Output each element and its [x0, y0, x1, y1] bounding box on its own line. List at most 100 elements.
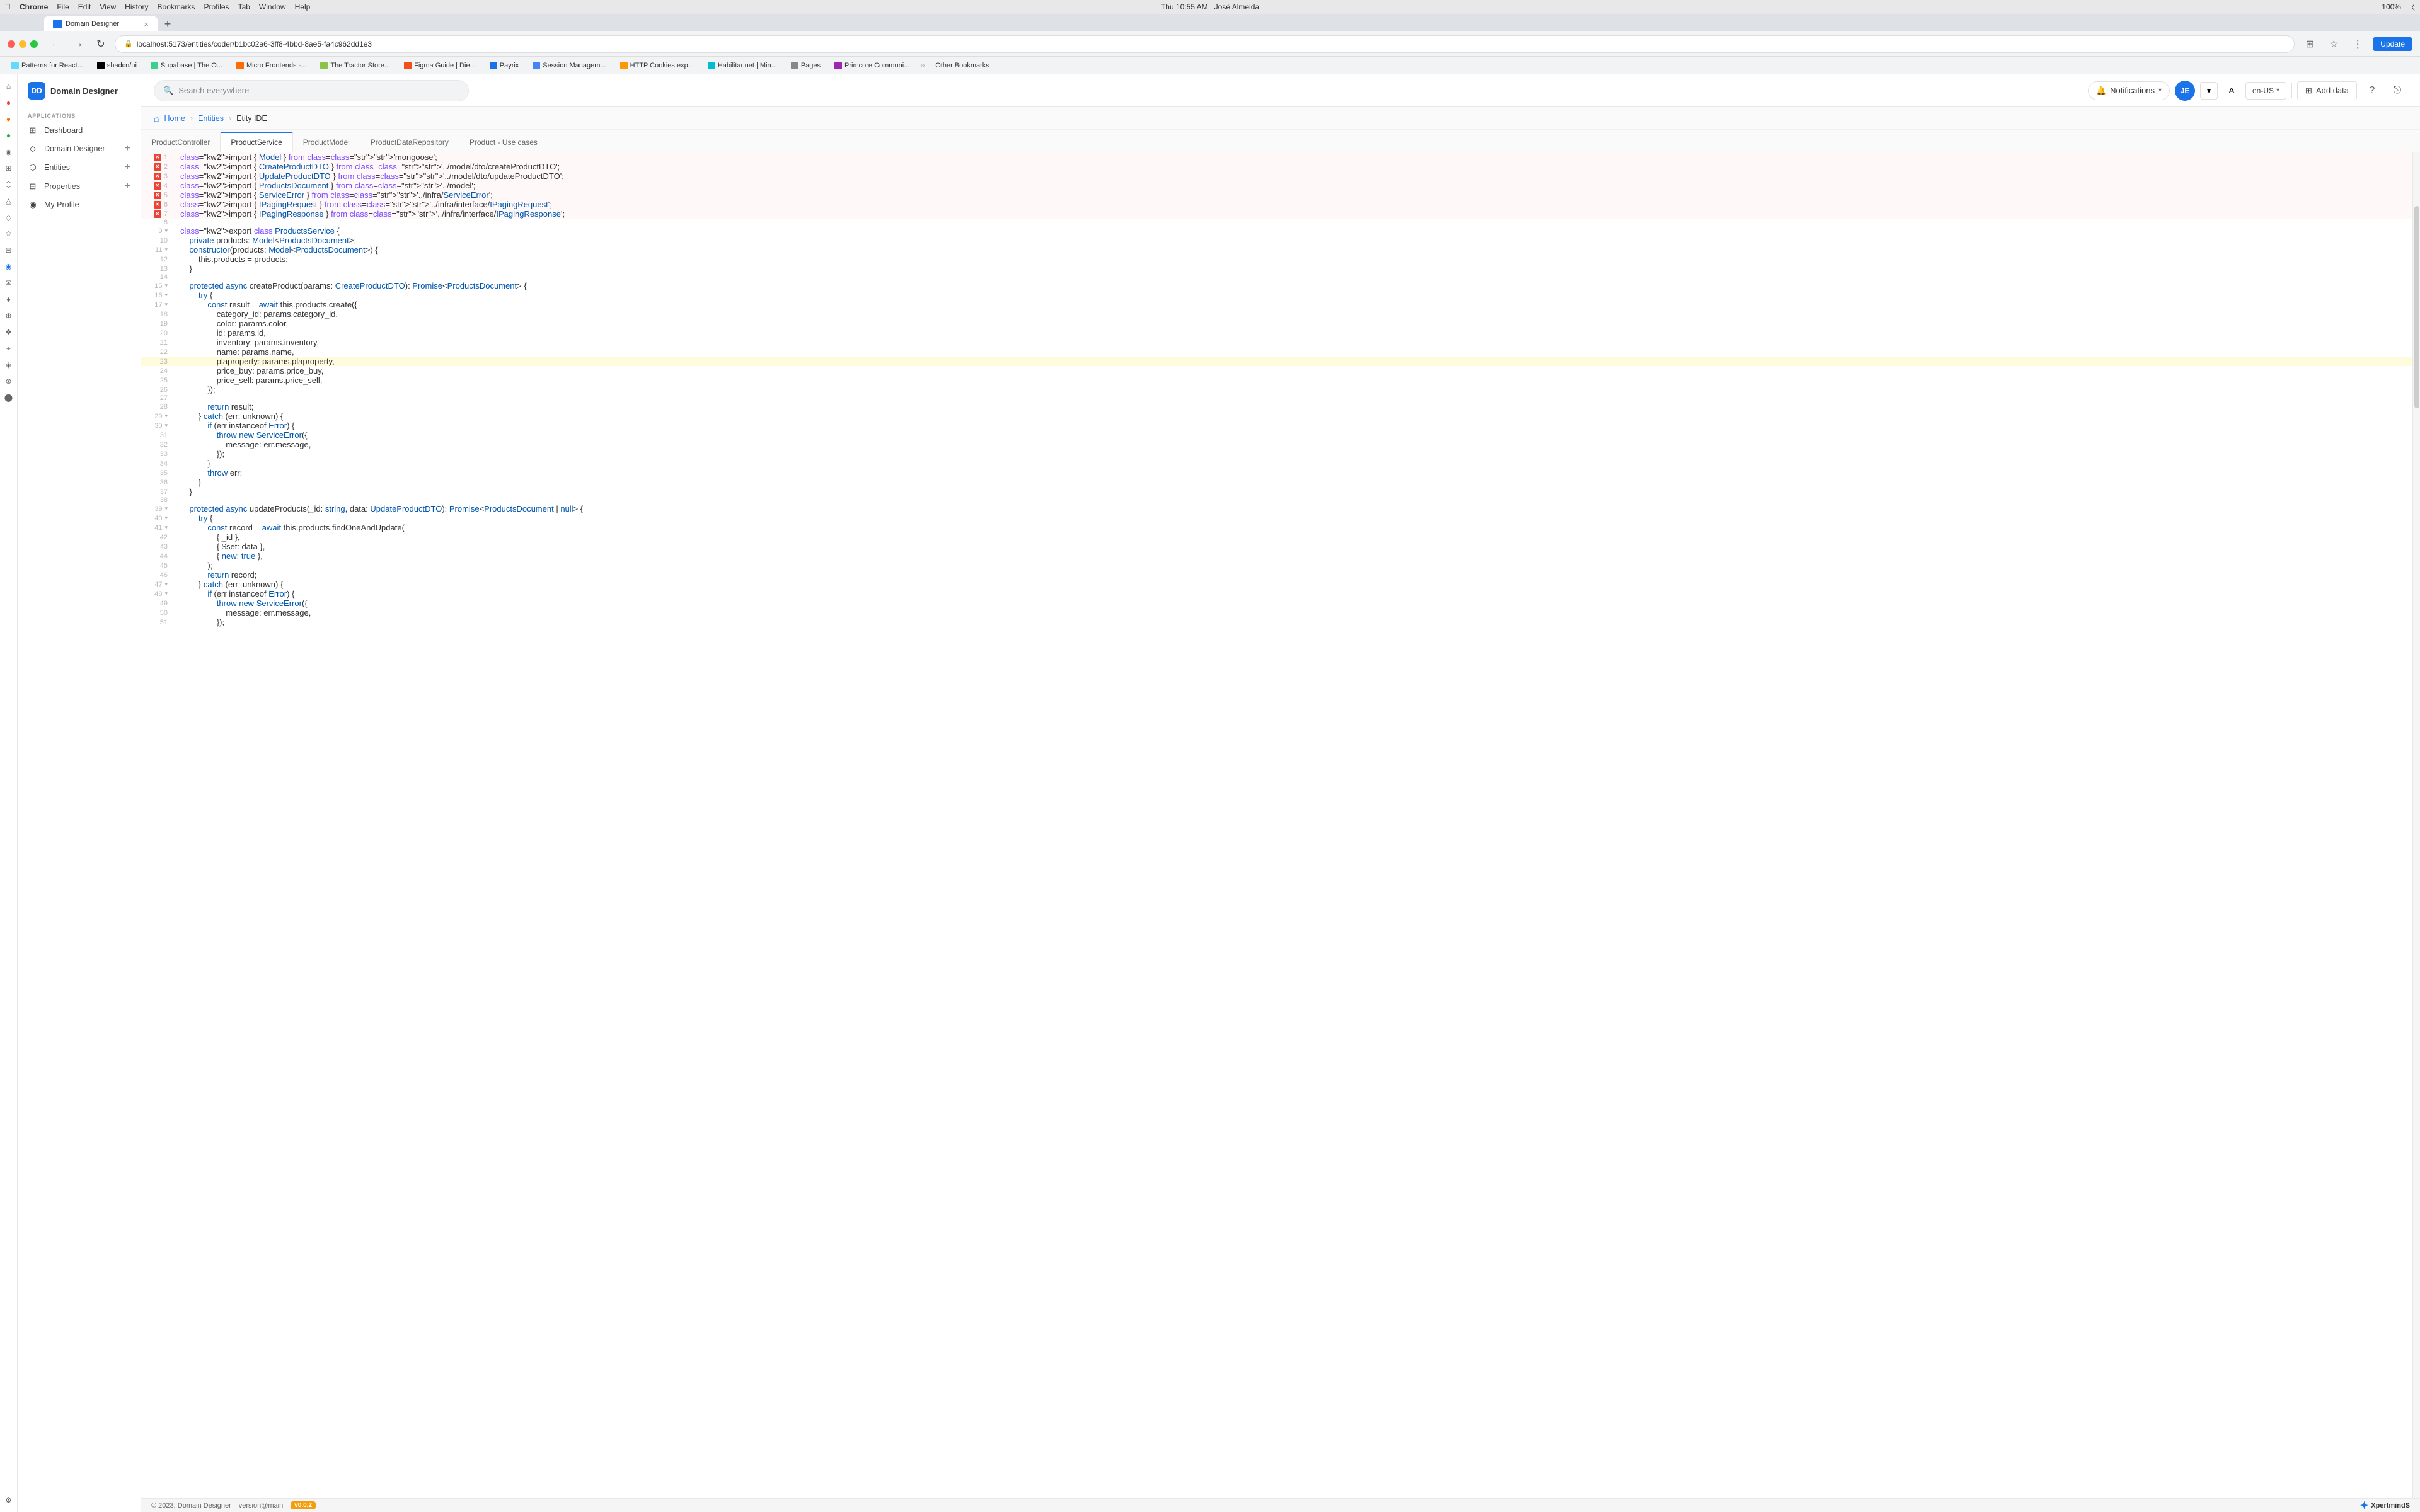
active-browser-tab[interactable]: Domain Designer × [44, 16, 158, 32]
fold-icon[interactable]: ▾ [164, 413, 168, 420]
browser-settings-icon[interactable]: ⋮ [2348, 34, 2368, 54]
bookmark-other[interactable]: Other Bookmarks [930, 60, 994, 71]
icon-bar-red[interactable]: ● [2, 96, 16, 110]
new-tab-button[interactable]: + [159, 16, 176, 32]
history-menu[interactable]: History [125, 3, 148, 11]
address-bar[interactable]: 🔒 localhost:5173/entities/coder/b1bc02a6… [115, 35, 2295, 53]
fold-icon[interactable]: ▾ [164, 581, 168, 588]
bookmark-session[interactable]: Session Managem... [527, 60, 611, 71]
icon-bar-item-14[interactable]: ◈ [2, 358, 16, 372]
help-button[interactable]: ? [2362, 81, 2382, 101]
icon-bar-item-5[interactable]: ◇ [2, 210, 16, 224]
fold-icon[interactable]: ▾ [164, 505, 168, 512]
bookmarks-menu[interactable]: Bookmarks [158, 3, 195, 11]
minimize-window-button[interactable] [19, 40, 26, 48]
tab-close-button[interactable]: × [144, 20, 149, 29]
add-data-button[interactable]: ⊞ Add data [2297, 81, 2357, 100]
bookmark-figma[interactable]: Figma Guide | Die... [399, 60, 481, 71]
notifications-button[interactable]: 🔔 Notifications ▾ [2088, 81, 2170, 100]
fold-icon[interactable]: ▾ [164, 301, 168, 308]
scrollbar[interactable] [2412, 152, 2420, 1498]
sidebar-item-properties[interactable]: ⊟ Properties + [18, 177, 141, 196]
extensions-icon[interactable]: ⊞ [2300, 34, 2320, 54]
icon-bar-item-4[interactable]: △ [2, 194, 16, 208]
sidebar-item-my-profile[interactable]: ◉ My Profile [18, 196, 141, 214]
file-menu[interactable]: File [57, 3, 69, 11]
icon-bar-item-8[interactable]: ◉ [2, 260, 16, 273]
user-avatar-button[interactable]: JE [2175, 81, 2195, 101]
bookmark-habilitar[interactable]: Habilitar.net | Min... [703, 60, 782, 71]
avatar-dropdown-button[interactable]: ▾ [2200, 82, 2218, 100]
logout-button[interactable]: ⎋ [2387, 81, 2407, 101]
icon-bar-item-6[interactable]: ☆ [2, 227, 16, 241]
scroll-thumb[interactable] [2414, 206, 2419, 408]
icon-bar-item-3[interactable]: ⬡ [2, 178, 16, 192]
window-menu[interactable]: Window [259, 3, 286, 11]
update-button[interactable]: Update [2373, 37, 2412, 51]
icon-bar-item-16[interactable]: ⬤ [2, 391, 16, 404]
icon-bar-settings[interactable]: ⚙ [2, 1493, 16, 1507]
bookmark-shadcn[interactable]: shadcn/ui [92, 60, 142, 71]
bookmark-supabase[interactable]: Supabase | The O... [146, 60, 228, 71]
bookmark-payrix[interactable]: Payrix [485, 60, 524, 71]
apple-menu[interactable]:  [5, 3, 11, 11]
tab-product-controller[interactable]: ProductController [141, 132, 221, 152]
icon-bar-item-7[interactable]: ⊟ [2, 243, 16, 257]
language-selector[interactable]: en-US ▾ [2245, 82, 2286, 100]
sidebar-item-entities[interactable]: ⬡ Entities + [18, 158, 141, 177]
tab-menu[interactable]: Tab [238, 3, 250, 11]
add-property-button[interactable]: + [125, 181, 130, 192]
icon-bar-home[interactable]: ⌂ [2, 79, 16, 93]
fold-icon[interactable]: ▾ [164, 515, 168, 522]
chrome-menu[interactable]: Chrome [20, 3, 48, 11]
fold-icon[interactable]: ▾ [164, 246, 168, 253]
bookmark-tractor[interactable]: The Tractor Store... [315, 60, 395, 71]
forward-button[interactable]: → [69, 35, 87, 53]
icon-bar-item-11[interactable]: ⊕ [2, 309, 16, 323]
bookmark-star-icon[interactable]: ☆ [2324, 34, 2344, 54]
icon-bar-orange[interactable]: ● [2, 112, 16, 126]
line-number: 46 [141, 570, 173, 580]
icon-bar-green[interactable]: ● [2, 129, 16, 142]
icon-bar-item-13[interactable]: ⌖ [2, 341, 16, 355]
tab-product-service[interactable]: ProductService [221, 132, 292, 152]
fold-icon[interactable]: ▾ [164, 590, 168, 597]
fold-icon[interactable]: ▾ [164, 227, 168, 234]
back-button[interactable]: ← [47, 35, 64, 53]
fold-icon[interactable]: ▾ [164, 422, 168, 429]
bookmark-primcore[interactable]: Primcore Communi... [829, 60, 914, 71]
fold-icon[interactable]: ▾ [164, 524, 168, 531]
sidebar-item-domain-designer[interactable]: ◇ Domain Designer + [18, 139, 141, 158]
edit-menu[interactable]: Edit [78, 3, 91, 11]
icon-bar-item-12[interactable]: ❖ [2, 325, 16, 339]
code-editor[interactable]: ✕1class="kw2">import { Model } from clas… [141, 152, 2412, 1498]
search-bar[interactable]: 🔍 Search everywhere [154, 80, 469, 101]
translate-icon[interactable]: A [2223, 82, 2240, 100]
icon-bar-item-9[interactable]: ✉ [2, 276, 16, 290]
bookmark-patterns[interactable]: Patterns for React... [6, 60, 88, 71]
tab-product-data-repository[interactable]: ProductDataRepository [360, 132, 459, 152]
breadcrumb-home[interactable]: Home [164, 114, 185, 123]
bookmarks-more[interactable]: » [919, 60, 925, 71]
close-window-button[interactable] [8, 40, 15, 48]
profiles-menu[interactable]: Profiles [204, 3, 229, 11]
bookmark-http[interactable]: HTTP Cookies exp... [615, 60, 699, 71]
icon-bar-item-10[interactable]: ♦ [2, 292, 16, 306]
bookmark-micro[interactable]: Micro Frontends -... [231, 60, 311, 71]
add-entity-button[interactable]: + [125, 162, 130, 173]
icon-bar-item-15[interactable]: ⊛ [2, 374, 16, 388]
sidebar-item-dashboard[interactable]: ⊞ Dashboard [18, 122, 141, 139]
maximize-window-button[interactable] [30, 40, 38, 48]
add-domain-designer-button[interactable]: + [125, 143, 130, 154]
icon-bar-item-1[interactable]: ◉ [2, 145, 16, 159]
help-menu[interactable]: Help [295, 3, 311, 11]
bookmark-pages[interactable]: Pages [786, 60, 826, 71]
breadcrumb-entities[interactable]: Entities [198, 114, 224, 123]
fold-icon[interactable]: ▾ [164, 282, 168, 289]
reload-button[interactable]: ↻ [92, 35, 110, 53]
tab-product-model[interactable]: ProductModel [293, 132, 360, 152]
view-menu[interactable]: View [100, 3, 116, 11]
fold-icon[interactable]: ▾ [164, 292, 168, 299]
icon-bar-item-2[interactable]: ⊞ [2, 161, 16, 175]
tab-product-use-cases[interactable]: Product - Use cases [459, 132, 548, 152]
